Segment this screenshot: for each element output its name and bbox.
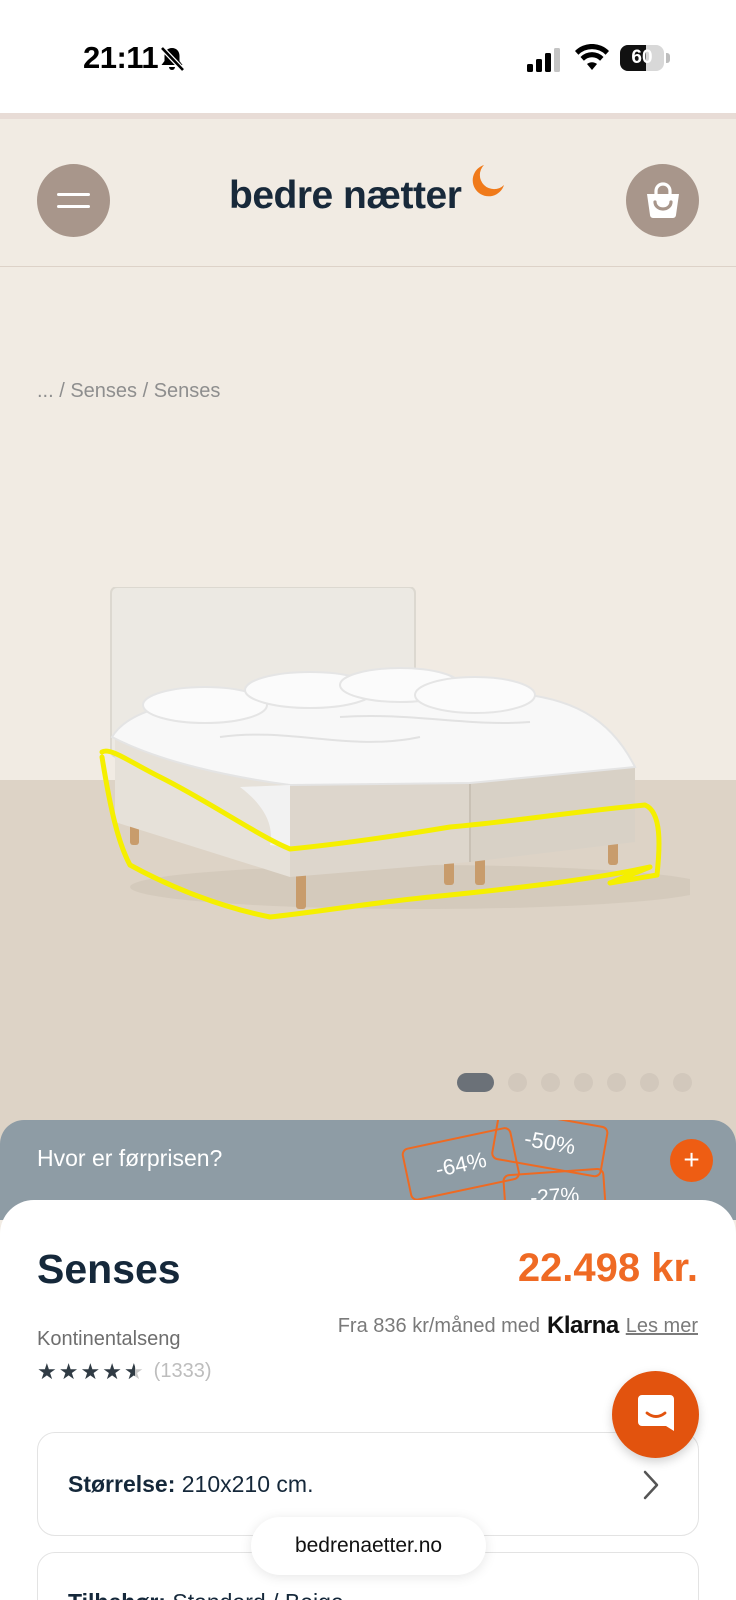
cellular-signal-icon	[527, 48, 560, 72]
half-star-icon: ★	[124, 1360, 144, 1383]
status-time: 21:11	[83, 40, 159, 75]
gallery-dot[interactable]	[574, 1072, 593, 1092]
size-label: Størrelse: 210x210 cm.	[68, 1471, 313, 1498]
expand-button[interactable]: +	[670, 1139, 713, 1182]
gallery-dot[interactable]	[541, 1072, 560, 1092]
bed-product-image	[99, 587, 690, 920]
discount-tag-1: -64%	[433, 1147, 488, 1182]
star-icon: ★	[37, 1358, 57, 1384]
product-rating[interactable]: ★ ★ ★ ★ ★ (1333)	[37, 1360, 211, 1383]
chat-button[interactable]	[612, 1371, 699, 1458]
status-bar: 21:11 60	[0, 0, 736, 113]
financing-text: Fra 836 kr/måned med	[337, 1314, 541, 1337]
price-history-label: Hvor er førprisen?	[37, 1145, 223, 1171]
gallery-dot[interactable]	[673, 1072, 692, 1092]
discount-tag-2: -50%	[522, 1126, 577, 1160]
silent-bell-icon	[160, 46, 185, 72]
battery-level-text: 60	[631, 47, 653, 68]
read-more-link[interactable]: Les mer	[626, 1315, 698, 1338]
gallery-dot[interactable]	[607, 1072, 626, 1092]
product-price: 22.498 kr.	[517, 1246, 698, 1290]
star-icon: ★	[58, 1358, 79, 1384]
gallery-dot[interactable]	[457, 1072, 494, 1092]
chat-icon	[638, 1395, 674, 1431]
gallery-dot[interactable]	[508, 1072, 527, 1092]
chevron-right-icon	[643, 1470, 659, 1500]
gallery-pagination	[457, 1072, 692, 1092]
wifi-icon	[575, 44, 609, 70]
browser-url-bar[interactable]: bedrenaetter.no	[251, 1517, 486, 1575]
shopping-bag-icon	[647, 182, 679, 218]
financing-info: Fra 836 kr/måned med Klarna Les mer	[338, 1312, 698, 1340]
size-value: 210x210 cm.	[181, 1471, 314, 1497]
moon-logo-icon	[472, 165, 504, 197]
gallery-dot[interactable]	[640, 1072, 659, 1092]
star-icon: ★	[80, 1358, 101, 1384]
accessories-value: Standard / Beige	[172, 1589, 343, 1600]
site-logo[interactable]: bedre nætter	[229, 174, 462, 218]
menu-button[interactable]	[37, 164, 110, 237]
breadcrumb[interactable]: ... / Senses / Senses	[37, 380, 220, 403]
hamburger-menu-icon	[57, 193, 90, 208]
product-type: Kontinentalseng	[37, 1328, 181, 1350]
product-image-gallery[interactable]: ... / Senses / Senses	[0, 267, 736, 1167]
star-icon: ★	[102, 1358, 122, 1384]
battery-icon: 60	[620, 45, 670, 73]
klarna-logo: Klarna	[547, 1312, 619, 1339]
cart-button[interactable]	[626, 164, 699, 237]
rating-count: (1333)	[153, 1360, 212, 1382]
site-header: bedre nætter	[0, 119, 736, 267]
accessories-label-text: Tilbehør:	[68, 1589, 166, 1600]
product-title: Senses	[37, 1246, 181, 1292]
accessories-label: Tilbehør: Standard / Beige	[68, 1589, 344, 1600]
size-label-text: Størrelse:	[68, 1471, 176, 1497]
